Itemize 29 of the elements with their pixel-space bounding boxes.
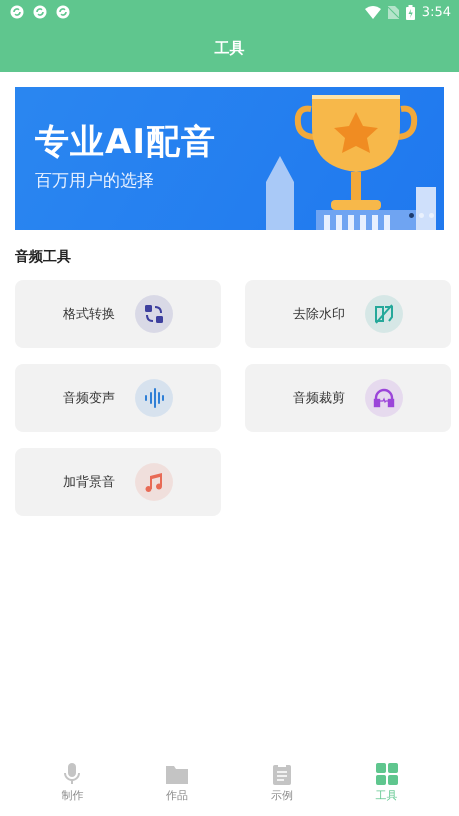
status-time: 3:54 [422,4,451,20]
sync-icon [10,5,24,19]
tab-folder[interactable]: 作品 [147,762,208,812]
tool-label: 加背景音 [63,474,116,491]
tool-card[interactable]: 格式转换 [15,280,221,348]
carousel-dot[interactable] [429,213,434,218]
page-title: 工具 [214,38,246,58]
sync-icon [56,5,70,19]
tab-clipboard[interactable]: 示例 [252,762,312,812]
tool-label: 格式转换 [63,306,116,323]
carousel-dot[interactable] [409,213,414,218]
battery-icon [406,4,415,20]
carousel-dot[interactable] [419,213,424,218]
tool-label: 音频变声 [63,390,116,407]
tool-card[interactable]: 音频变声 [15,364,221,432]
section-title: 音频工具 [15,248,72,266]
tool-card[interactable]: 音频裁剪 [245,364,451,432]
tool-label: 去除水印 [293,306,346,323]
promo-banner[interactable]: 专业AI配音 百万用户的选择 [15,87,444,230]
tool-card[interactable]: 加背景音 [15,448,221,516]
banner-subline: 百万用户的选择 [35,170,155,192]
tool-card[interactable]: 去除水印 [245,280,451,348]
tab-mic[interactable]: 制作 [42,762,102,812]
sync-icon [33,5,47,19]
grid-icon [374,762,399,786]
tool-label: 音频裁剪 [293,390,346,407]
no-sim-icon [388,6,399,18]
banner-headline: 专业AI配音 [35,121,216,163]
wifi-icon [364,6,381,18]
